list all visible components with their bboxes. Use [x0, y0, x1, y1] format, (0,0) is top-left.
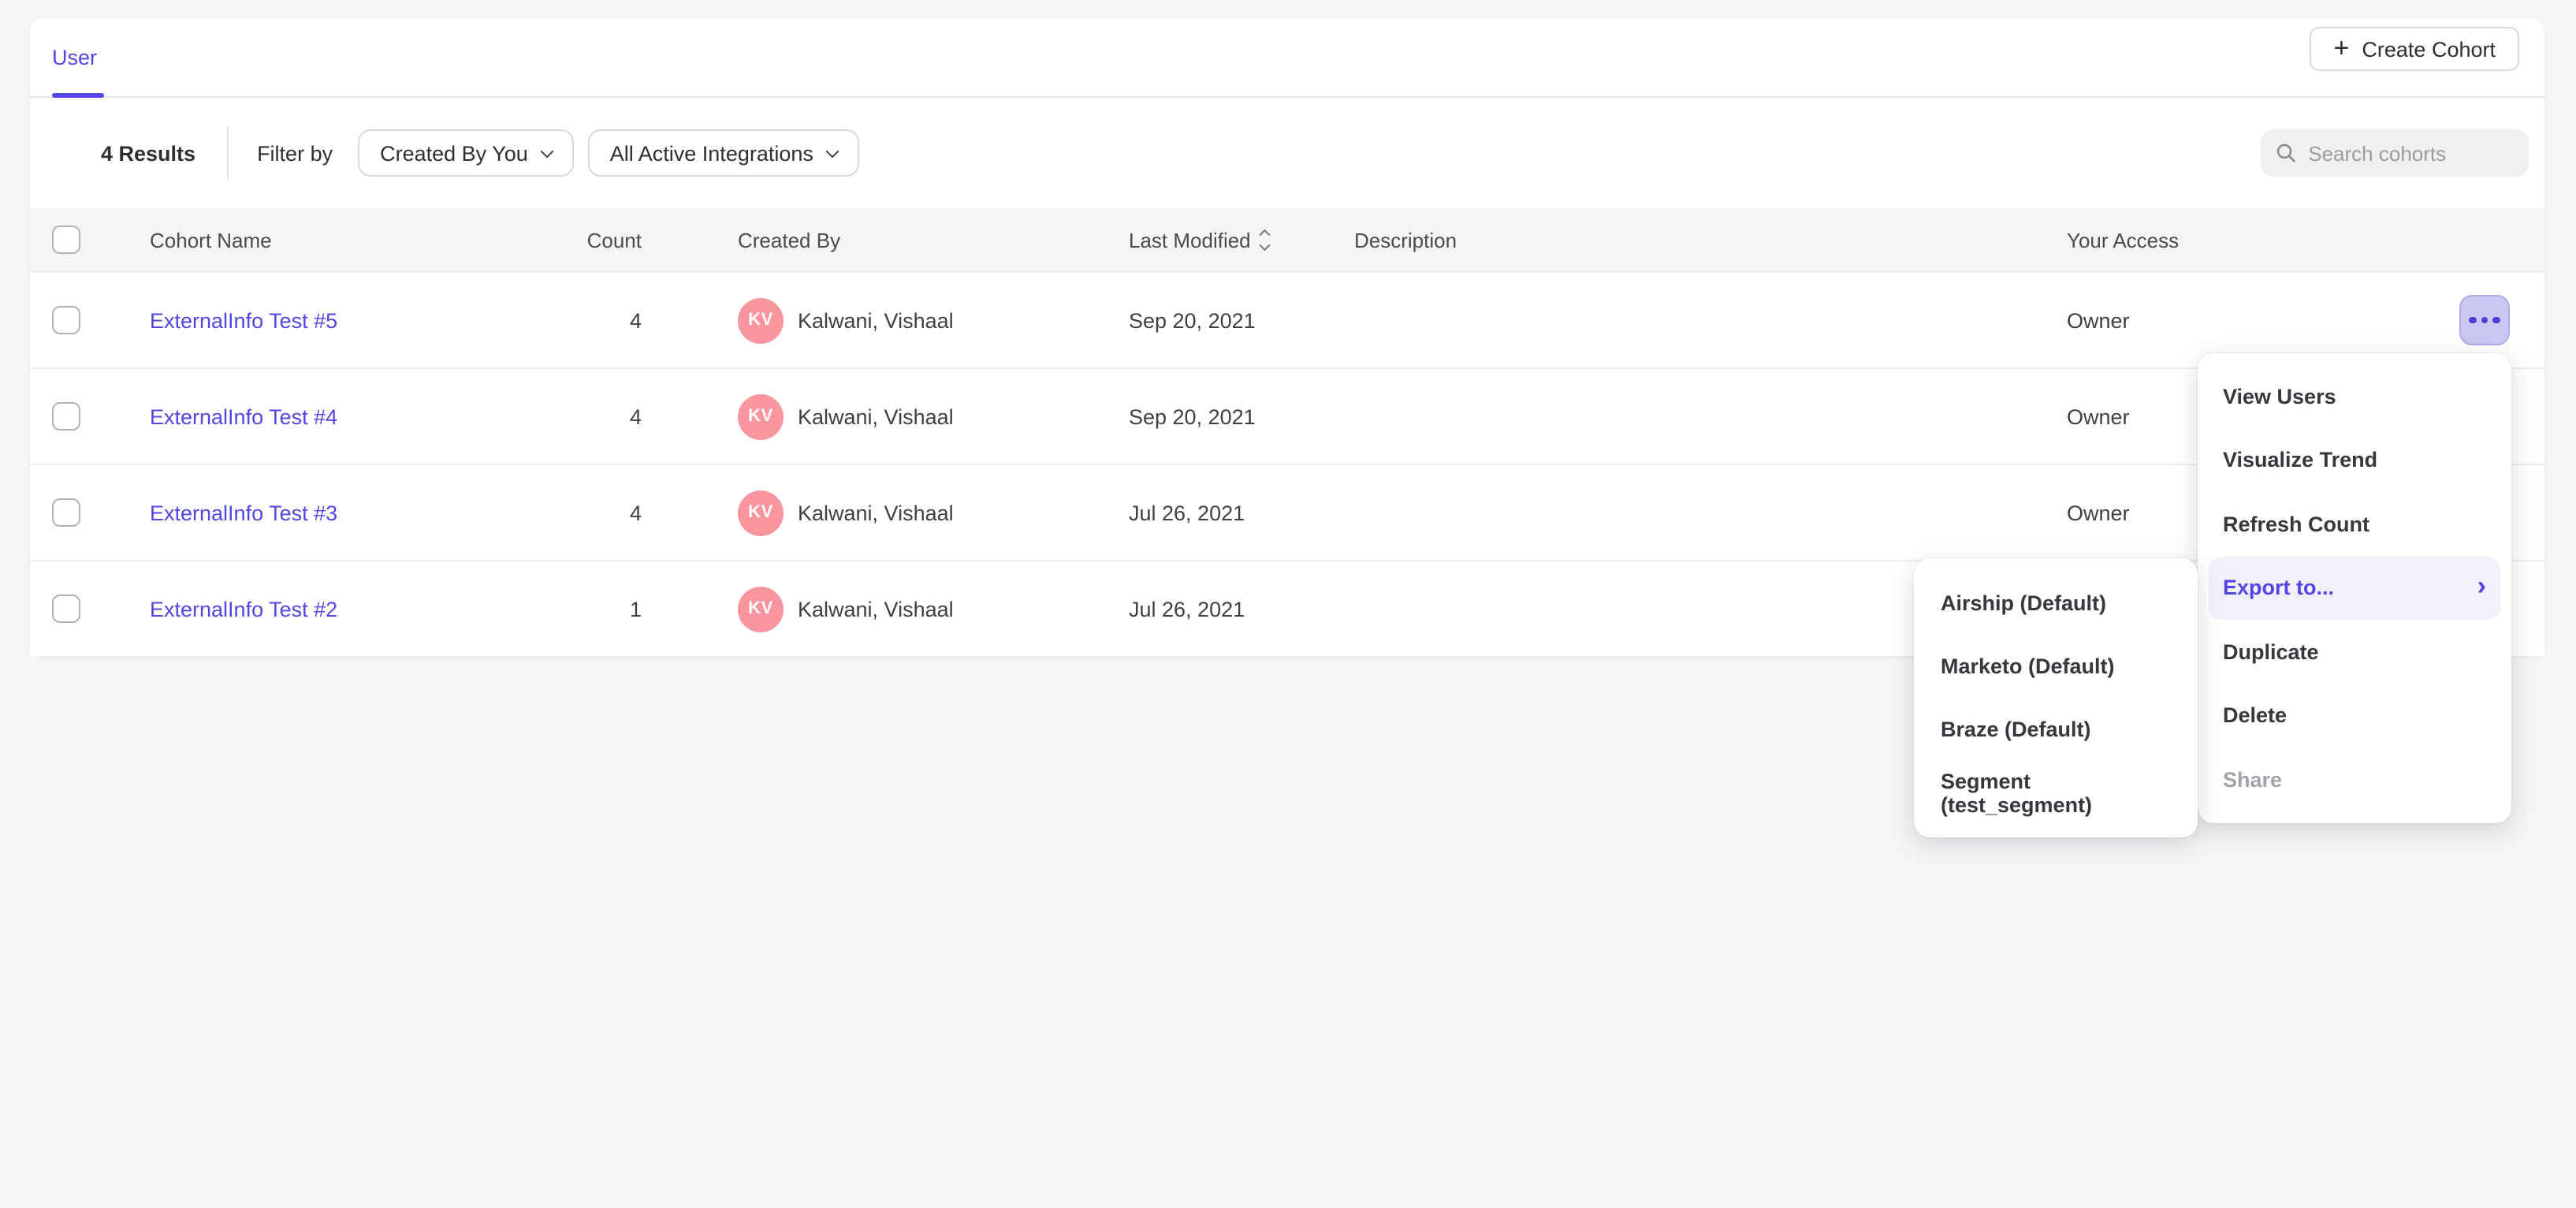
select-all-checkbox[interactable] — [52, 226, 80, 254]
search-box[interactable] — [2261, 129, 2529, 177]
cohort-count: 4 — [497, 465, 642, 560]
cohorts-page: User + Create Cohort 4 Results Filter by… — [0, 0, 2576, 1208]
tab-user[interactable]: User — [52, 19, 97, 96]
menu-item-visualize-trend[interactable]: Visualize Trend — [2198, 428, 2511, 492]
menu-item-view-users[interactable]: View Users — [2198, 364, 2511, 428]
ellipsis-icon — [2470, 317, 2477, 324]
created-by-name: Kalwani, Vishaal — [798, 405, 954, 428]
table-row: ExternalInfo Test #3 4 KV Kalwani, Visha… — [30, 464, 2544, 560]
submenu-item-marketo[interactable]: Marketo (Default) — [1914, 635, 2198, 699]
cohort-name-link[interactable]: ExternalInfo Test #3 — [150, 501, 337, 524]
table-row: ExternalInfo Test #5 4 KV Kalwani, Visha… — [30, 271, 2544, 367]
chevron-down-icon — [540, 144, 553, 158]
created-by-name: Kalwani, Vishaal — [798, 308, 954, 332]
access-level: Owner — [2067, 273, 2130, 367]
cohort-name-link[interactable]: ExternalInfo Test #4 — [150, 405, 337, 428]
row-checkbox[interactable] — [52, 498, 80, 527]
export-submenu: Airship (Default) Marketo (Default) Braz… — [1914, 558, 2198, 837]
column-last-modified-label: Last Modified — [1129, 228, 1251, 252]
submenu-item-braze[interactable]: Braze (Default) — [1914, 698, 2198, 762]
filter-bar: 4 Results Filter by Created By You All A… — [30, 98, 2544, 208]
avatar: KV — [738, 490, 784, 535]
sort-icon — [1262, 232, 1269, 248]
row-checkbox[interactable] — [52, 595, 80, 623]
table-row: ExternalInfo Test #4 4 KV Kalwani, Visha… — [30, 367, 2544, 464]
cohort-count: 4 — [497, 369, 642, 464]
cohort-name-link[interactable]: ExternalInfo Test #5 — [150, 308, 337, 332]
header-checkbox-cell — [52, 208, 80, 271]
column-your-access: Your Access — [2067, 208, 2179, 271]
tab-bar: User + Create Cohort — [30, 19, 2544, 98]
avatar: KV — [738, 297, 784, 343]
vertical-divider — [227, 126, 229, 180]
create-cohort-label: Create Cohort — [2362, 37, 2496, 61]
last-modified-date: Sep 20, 2021 — [1129, 369, 1256, 464]
last-modified-date: Sep 20, 2021 — [1129, 273, 1256, 367]
column-count: Count — [497, 208, 642, 271]
chevron-down-icon — [825, 144, 839, 158]
menu-item-export-to-label: Export to... — [2223, 576, 2334, 600]
column-created-by: Created By — [738, 208, 840, 271]
column-cohort-name: Cohort Name — [150, 208, 272, 271]
created-by-dropdown-label: Created By You — [380, 141, 528, 165]
access-level: Owner — [2067, 369, 2130, 464]
menu-item-duplicate[interactable]: Duplicate — [2198, 620, 2511, 684]
last-modified-date: Jul 26, 2021 — [1129, 561, 1245, 656]
created-by-name: Kalwani, Vishaal — [798, 597, 954, 621]
created-by-dropdown[interactable]: Created By You — [358, 129, 574, 177]
cohort-count: 4 — [497, 273, 642, 367]
avatar: KV — [738, 586, 784, 632]
integrations-dropdown[interactable]: All Active Integrations — [588, 129, 859, 177]
cohort-name-link[interactable]: ExternalInfo Test #2 — [150, 597, 337, 621]
plus-icon: + — [2334, 35, 2350, 62]
row-checkbox[interactable] — [52, 306, 80, 334]
access-level: Owner — [2067, 465, 2130, 560]
search-icon — [2276, 142, 2295, 164]
column-description: Description — [1354, 208, 1457, 271]
avatar: KV — [738, 393, 784, 439]
submenu-item-airship[interactable]: Airship (Default) — [1914, 571, 2198, 635]
create-cohort-button[interactable]: + Create Cohort — [2310, 27, 2519, 71]
last-modified-date: Jul 26, 2021 — [1129, 465, 1245, 560]
cohort-count: 1 — [497, 561, 642, 656]
menu-item-refresh-count[interactable]: Refresh Count — [2198, 492, 2511, 556]
menu-item-export-to[interactable]: Export to... › — [2209, 556, 2500, 620]
menu-item-delete[interactable]: Delete — [2198, 684, 2511, 748]
created-by-name: Kalwani, Vishaal — [798, 501, 954, 524]
menu-item-share: Share — [2198, 748, 2511, 811]
filter-by-label: Filter by — [257, 141, 333, 165]
row-checkbox[interactable] — [52, 402, 80, 431]
results-count: 4 Results — [101, 141, 195, 165]
tab-user-label: User — [52, 46, 97, 69]
column-last-modified[interactable]: Last Modified — [1129, 208, 1269, 271]
row-actions-button[interactable] — [2459, 295, 2510, 345]
table-header: Cohort Name Count Created By Last Modifi… — [30, 208, 2544, 271]
active-tab-underline — [52, 92, 104, 98]
search-input[interactable] — [2308, 141, 2513, 165]
chevron-right-icon: › — [2477, 573, 2486, 600]
row-context-menu: View Users Visualize Trend Refresh Count… — [2198, 353, 2511, 822]
submenu-item-segment[interactable]: Segment (test_segment) — [1914, 762, 2198, 826]
integrations-dropdown-label: All Active Integrations — [610, 141, 813, 165]
